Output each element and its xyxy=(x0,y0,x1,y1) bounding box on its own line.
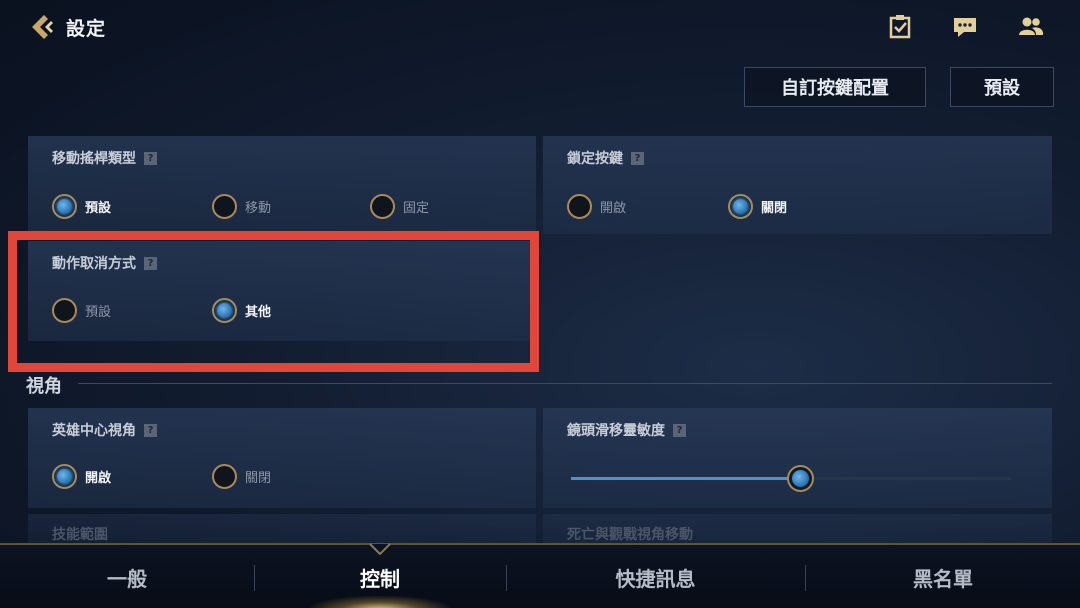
default-button[interactable]: 預設 xyxy=(950,67,1054,107)
help-icon[interactable]: ? xyxy=(631,151,644,165)
tab-control[interactable]: 控制 xyxy=(255,545,505,608)
help-icon[interactable]: ? xyxy=(144,151,157,165)
lock-key-panel: 鎖定按鍵 ? 開啟 關閉 xyxy=(543,136,1052,234)
clipboard-check-icon[interactable] xyxy=(887,14,913,40)
radio-unselected-icon xyxy=(370,194,395,219)
tab-quick-messages[interactable]: 快捷訊息 xyxy=(507,545,804,608)
radio-unselected-icon xyxy=(212,464,237,489)
radio-lock-off[interactable]: 關閉 xyxy=(728,194,787,219)
hero-camera-panel: 英雄中心視角 ? 開啟 關閉 xyxy=(28,408,536,508)
faded-row-label: 技能範圍 xyxy=(52,527,108,543)
radio-unselected-icon xyxy=(212,194,237,219)
custom-keys-button[interactable]: 自訂按鍵配置 xyxy=(744,67,926,107)
radio-unselected-icon xyxy=(567,194,592,219)
panel-title: 鏡頭滑移靈敏度 xyxy=(567,423,665,439)
joystick-type-panel: 移動搖桿類型 ? 預設 移動 固定 xyxy=(28,136,536,234)
radio-joystick-default[interactable]: 預設 xyxy=(52,194,111,219)
faded-row-label: 死亡與觀戰視角移動 xyxy=(567,527,693,543)
header-bar: 設定 xyxy=(0,0,1080,56)
bottom-tab-bar: 一般 控制 快捷訊息 黑名單 xyxy=(0,543,1080,608)
section-title: 視角 xyxy=(26,376,62,397)
highlight-box xyxy=(8,231,539,372)
tab-blacklist[interactable]: 黑名單 xyxy=(806,545,1080,608)
panel-title: 移動搖桿類型 xyxy=(52,151,136,167)
camera-sensitivity-slider[interactable] xyxy=(571,465,1011,492)
radio-lock-on[interactable]: 開啟 xyxy=(567,194,626,219)
radio-selected-icon xyxy=(728,194,753,219)
radio-joystick-fixed[interactable]: 固定 xyxy=(370,194,429,219)
back-button[interactable]: 設定 xyxy=(26,10,116,44)
panel-title: 鎖定按鍵 xyxy=(567,151,623,167)
chat-bubble-icon[interactable] xyxy=(952,14,978,40)
radio-selected-icon xyxy=(52,464,77,489)
slider-fill xyxy=(571,477,800,480)
slider-thumb[interactable] xyxy=(787,465,814,492)
camera-sensitivity-panel: 鏡頭滑移靈敏度 ? xyxy=(543,408,1052,508)
page-title: 設定 xyxy=(66,17,107,40)
section-divider xyxy=(78,383,1052,384)
help-icon[interactable]: ? xyxy=(673,423,686,437)
panel-title: 英雄中心視角 xyxy=(52,423,136,439)
tab-general[interactable]: 一般 xyxy=(0,545,254,608)
back-chevron-icon xyxy=(32,15,53,39)
radio-joystick-move[interactable]: 移動 xyxy=(212,194,271,219)
radio-hero-camera-off[interactable]: 關閉 xyxy=(212,464,271,489)
radio-hero-camera-on[interactable]: 開啟 xyxy=(52,464,111,489)
friends-icon[interactable] xyxy=(1018,14,1044,40)
radio-selected-icon xyxy=(52,194,77,219)
help-icon[interactable]: ? xyxy=(144,423,157,437)
